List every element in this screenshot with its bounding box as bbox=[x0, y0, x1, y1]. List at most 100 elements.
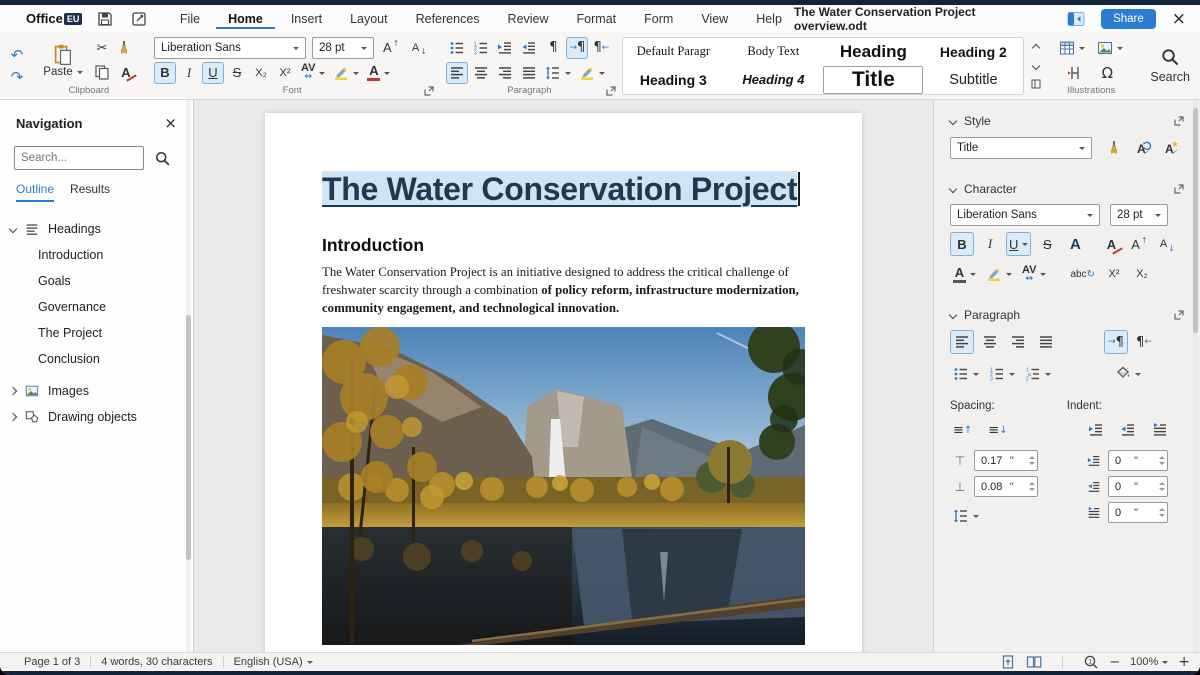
style-heading2[interactable]: Heading 2 bbox=[923, 38, 1023, 66]
paste-button[interactable]: Paste bbox=[40, 43, 86, 78]
increase-indent-icon[interactable] bbox=[494, 37, 516, 59]
decrease-indent-icon[interactable] bbox=[518, 37, 540, 59]
tree-item-the-project[interactable]: The Project bbox=[0, 320, 193, 346]
document-section-heading[interactable]: Introduction bbox=[322, 235, 424, 256]
style-dialog-launcher[interactable] bbox=[1174, 116, 1184, 126]
copy-icon[interactable] bbox=[91, 61, 113, 83]
tree-drawing-objects[interactable]: Drawing objects bbox=[0, 404, 193, 430]
highlight-color-button[interactable] bbox=[330, 62, 362, 84]
menu-form[interactable]: Form bbox=[632, 8, 685, 29]
ltr-paragraph-icon[interactable]: →¶ bbox=[566, 37, 588, 59]
align-center-icon[interactable] bbox=[470, 62, 492, 84]
sidebar-superscript-button[interactable]: X² bbox=[1102, 262, 1126, 286]
navigation-scrollbar[interactable] bbox=[186, 100, 191, 652]
close-window-button[interactable]: × bbox=[1172, 9, 1186, 29]
strikethrough-button[interactable]: S bbox=[226, 62, 248, 84]
character-spacing-button[interactable]: AV↔ bbox=[298, 62, 328, 84]
tab-outline[interactable]: Outline bbox=[16, 182, 54, 202]
sidebar-character-spacing-button[interactable]: AV↔ bbox=[1019, 262, 1049, 286]
sidebar-increase-indent-icon[interactable] bbox=[1084, 418, 1108, 442]
paragraph-background-color-icon[interactable] bbox=[1112, 362, 1144, 386]
collapse-style-icon[interactable] bbox=[949, 117, 957, 125]
style-title-selected[interactable]: Title bbox=[823, 66, 923, 94]
update-style-icon[interactable] bbox=[1132, 136, 1156, 160]
pane-toggle-icon[interactable] bbox=[1065, 9, 1087, 29]
formatting-marks-icon[interactable]: ¶ bbox=[542, 37, 564, 59]
tree-item-goals[interactable]: Goals bbox=[0, 268, 193, 294]
bullet-list-icon[interactable] bbox=[446, 37, 468, 59]
menu-view[interactable]: View bbox=[689, 8, 740, 29]
tree-item-governance[interactable]: Governance bbox=[0, 294, 193, 320]
sidebar-rtl-icon[interactable]: ¶← bbox=[1132, 330, 1156, 354]
sidebar-numbered-list-icon[interactable] bbox=[986, 362, 1018, 386]
bold-button[interactable]: B bbox=[154, 62, 176, 84]
line-spacing-icon[interactable] bbox=[542, 62, 574, 84]
zoom-level-selector[interactable]: 100% bbox=[1130, 656, 1168, 668]
increase-spacing-icon[interactable]: ≡↑ bbox=[950, 418, 975, 442]
font-color-button[interactable]: A bbox=[364, 62, 393, 84]
edit-mode-icon[interactable] bbox=[128, 9, 150, 29]
menu-review[interactable]: Review bbox=[496, 8, 561, 29]
superscript-button[interactable]: X² bbox=[274, 62, 296, 84]
menu-layout[interactable]: Layout bbox=[338, 8, 400, 29]
italic-button[interactable]: I bbox=[178, 62, 200, 84]
tree-item-conclusion[interactable]: Conclusion bbox=[0, 346, 193, 372]
font-name-select[interactable]: Liberation Sans bbox=[154, 37, 306, 59]
rtl-paragraph-icon[interactable]: ¶← bbox=[590, 37, 612, 59]
style-body-text[interactable]: Body Text bbox=[723, 38, 823, 66]
special-character-icon[interactable]: Ω bbox=[1096, 62, 1118, 84]
sidebar-bold-button[interactable]: B bbox=[950, 232, 974, 256]
align-left-icon[interactable] bbox=[446, 62, 468, 84]
sidebar-first-line-indent-icon[interactable] bbox=[1148, 418, 1172, 442]
insert-image-icon[interactable] bbox=[1094, 37, 1126, 59]
tree-headings[interactable]: Headings bbox=[0, 216, 193, 242]
sidebar-align-justify-icon[interactable] bbox=[1034, 330, 1058, 354]
style-subtitle[interactable]: Subtitle bbox=[923, 66, 1023, 94]
subscript-button[interactable]: X₂ bbox=[250, 62, 272, 84]
zoom-in-button[interactable]: + bbox=[1178, 654, 1190, 670]
sidebar-bullet-list-icon[interactable] bbox=[950, 362, 982, 386]
sidebar-font-size-select[interactable]: 28 pt bbox=[1110, 204, 1168, 226]
change-case-button[interactable]: abc↻ bbox=[1067, 262, 1098, 286]
clear-formatting-icon[interactable]: A bbox=[115, 61, 137, 83]
menu-file[interactable]: File bbox=[168, 8, 212, 29]
navigation-search-icon[interactable] bbox=[154, 150, 171, 167]
sidebar-underline-button[interactable]: U bbox=[1006, 232, 1031, 256]
share-button[interactable]: Share bbox=[1101, 9, 1156, 29]
menu-references[interactable]: References bbox=[404, 8, 492, 29]
paragraph-dialog-launcher[interactable] bbox=[1174, 310, 1184, 320]
style-heading4[interactable]: Heading 4 bbox=[723, 66, 823, 94]
paragraph-section-header[interactable]: Paragraph bbox=[950, 308, 1184, 322]
new-style-icon[interactable] bbox=[1160, 136, 1184, 160]
font-size-select[interactable]: 28 pt bbox=[312, 37, 374, 59]
sidebar-align-left-icon[interactable] bbox=[950, 330, 974, 354]
style-section-header[interactable]: Style bbox=[950, 114, 1184, 128]
tab-results[interactable]: Results bbox=[70, 182, 110, 202]
sidebar-ltr-icon[interactable]: →¶ bbox=[1104, 330, 1128, 354]
sidebar-italic-button[interactable]: I bbox=[978, 232, 1002, 256]
language-selector[interactable]: English (USA) bbox=[234, 656, 313, 668]
document-body-paragraph[interactable]: The Water Conservation Project is an ini… bbox=[322, 263, 830, 317]
character-section-header[interactable]: Character bbox=[950, 182, 1184, 196]
collapse-character-icon[interactable] bbox=[949, 185, 957, 193]
style-default-paragraph[interactable]: Default Paragr bbox=[623, 38, 723, 66]
sidebar-line-spacing-icon[interactable] bbox=[950, 504, 982, 528]
styles-scroll-up[interactable] bbox=[1028, 40, 1044, 56]
menu-insert[interactable]: Insert bbox=[279, 8, 334, 29]
undo-button[interactable]: ↶ bbox=[6, 45, 28, 65]
align-right-icon[interactable] bbox=[494, 62, 516, 84]
numbered-list-icon[interactable] bbox=[470, 37, 492, 59]
sidebar-align-right-icon[interactable] bbox=[1006, 330, 1030, 354]
chevron-down-icon[interactable] bbox=[9, 225, 17, 233]
sidebar-font-color-button[interactable]: A bbox=[950, 262, 979, 286]
sidebar-font-name-select[interactable]: Liberation Sans bbox=[950, 204, 1100, 226]
insert-table-icon[interactable] bbox=[1056, 37, 1088, 59]
paragraph-background-icon[interactable] bbox=[576, 62, 608, 84]
redo-button[interactable]: ↷ bbox=[6, 67, 28, 87]
style-heading1[interactable]: Heading bbox=[823, 38, 923, 66]
paste-dropdown-caret[interactable] bbox=[77, 71, 83, 77]
shrink-font-button[interactable]: A↓ bbox=[408, 37, 430, 59]
menu-help[interactable]: Help bbox=[744, 8, 794, 29]
clone-formatting-icon[interactable] bbox=[115, 37, 137, 59]
paragraph-style-select[interactable]: Title bbox=[950, 137, 1092, 159]
